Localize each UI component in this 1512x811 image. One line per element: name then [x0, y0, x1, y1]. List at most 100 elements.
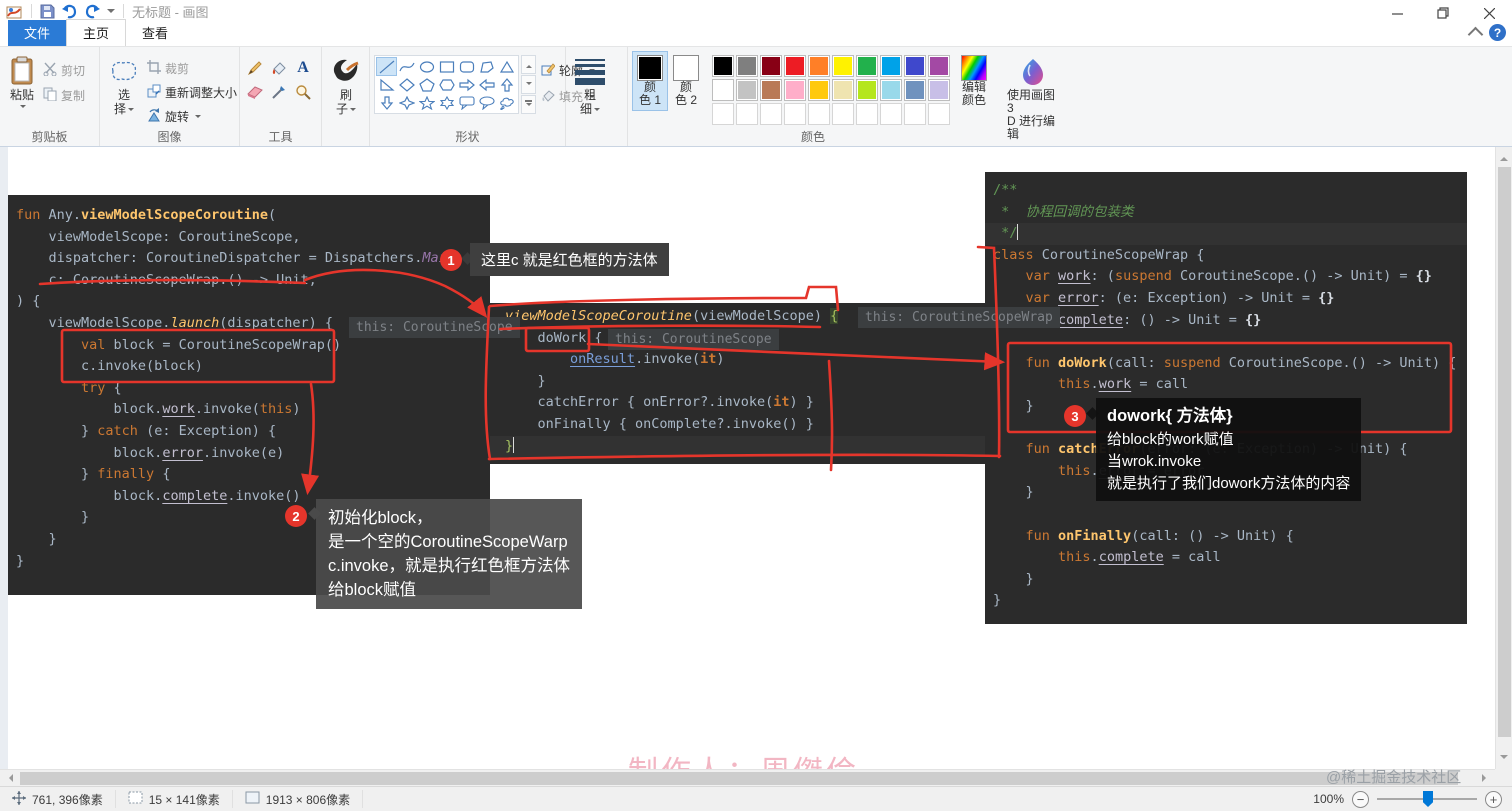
shape-rectangle[interactable] [437, 58, 456, 75]
resize-icon [147, 84, 161, 101]
rotate-button[interactable]: 旋转 [144, 105, 240, 127]
shape-five-point-star[interactable] [417, 94, 436, 111]
shapes-scroll-up[interactable] [521, 55, 536, 74]
palette-color[interactable] [784, 103, 806, 125]
text-tool[interactable]: A [292, 57, 314, 79]
color2-button[interactable]: 颜色 2 [668, 51, 704, 111]
palette-color[interactable] [760, 79, 782, 101]
shape-oval[interactable] [417, 58, 436, 75]
scroll-down-icon[interactable] [1500, 755, 1508, 763]
zoom-slider[interactable] [1377, 791, 1477, 807]
shape-triangle[interactable] [497, 58, 516, 75]
palette-color[interactable] [928, 55, 950, 77]
scroll-right-icon[interactable] [1482, 774, 1490, 782]
save-button[interactable] [40, 4, 55, 19]
palette-color[interactable] [880, 103, 902, 125]
cut-button[interactable]: 剪切 [40, 59, 88, 81]
palette-color[interactable] [904, 103, 926, 125]
paint-app-icon [6, 4, 23, 19]
palette-color[interactable] [928, 79, 950, 101]
vertical-scroll-thumb[interactable] [1498, 167, 1511, 737]
shape-rounded-rectangle[interactable] [457, 58, 476, 75]
vertical-scrollbar[interactable] [1495, 147, 1512, 769]
pencil-tool[interactable] [244, 57, 266, 79]
magnifier-tool[interactable] [292, 81, 314, 103]
palette-color[interactable] [880, 55, 902, 77]
code-line: try { [81, 379, 122, 396]
fill-icon [541, 88, 555, 105]
shape-pentagon[interactable] [417, 76, 436, 93]
shapes-gallery-more[interactable] [521, 95, 536, 114]
shape-hexagon[interactable] [437, 76, 456, 93]
shape-up-arrow[interactable] [497, 76, 516, 93]
palette-color[interactable] [736, 79, 758, 101]
palette-color[interactable] [880, 79, 902, 101]
palette-color[interactable] [712, 79, 734, 101]
palette-color[interactable] [832, 55, 854, 77]
tab-file[interactable]: 文件 [8, 20, 67, 46]
palette-color[interactable] [856, 55, 878, 77]
shape-line[interactable] [376, 57, 397, 76]
shape-polygon[interactable] [477, 58, 496, 75]
palette-color[interactable] [832, 103, 854, 125]
color1-button[interactable]: 颜色 1 [632, 51, 668, 111]
qat-customize-dropdown[interactable] [107, 9, 115, 17]
palette-color[interactable] [784, 55, 806, 77]
select-button[interactable]: 选 择 [104, 51, 144, 119]
undo-button[interactable] [61, 4, 78, 19]
palette-color[interactable] [784, 79, 806, 101]
horizontal-scroll-thumb[interactable] [20, 772, 1458, 785]
redo-button[interactable] [84, 4, 101, 19]
resize-button[interactable]: 重新调整大小 [144, 81, 240, 103]
shape-right-arrow[interactable] [457, 76, 476, 93]
palette-color[interactable] [928, 103, 950, 125]
edit-colors-button[interactable]: 编辑 颜色 [956, 51, 992, 111]
shape-down-arrow[interactable] [377, 94, 396, 111]
shape-right-triangle[interactable] [377, 76, 396, 93]
shapes-scroll-down[interactable] [521, 75, 536, 94]
shape-diamond[interactable] [397, 76, 416, 93]
scroll-up-icon[interactable] [1500, 153, 1508, 161]
shape-left-arrow[interactable] [477, 76, 496, 93]
crop-button[interactable]: 裁剪 [144, 57, 240, 79]
scroll-left-icon[interactable] [5, 774, 13, 782]
palette-color[interactable] [712, 103, 734, 125]
brushes-button[interactable]: 刷 子 [326, 51, 366, 119]
palette-color[interactable] [856, 79, 878, 101]
palette-color[interactable] [736, 103, 758, 125]
eraser-tool[interactable] [244, 81, 266, 103]
paint-canvas[interactable]: fun Any.viewModelScopeCoroutine( viewMod… [0, 147, 1495, 769]
tab-home[interactable]: 主页 [66, 19, 127, 46]
fill-tool[interactable] [268, 57, 290, 79]
palette-color[interactable] [904, 79, 926, 101]
tooltip-line: 当wrok.invoke [1107, 453, 1202, 470]
collapse-ribbon-icon[interactable] [1467, 26, 1484, 43]
shape-curve[interactable] [397, 58, 416, 75]
palette-color[interactable] [856, 103, 878, 125]
zoom-slider-thumb[interactable] [1423, 791, 1433, 807]
help-icon[interactable]: ? [1489, 24, 1506, 41]
tab-view[interactable]: 查看 [126, 20, 184, 46]
zoom-out-button[interactable]: − [1352, 790, 1369, 808]
palette-color[interactable] [904, 55, 926, 77]
shape-rounded-callout[interactable] [457, 94, 476, 111]
shape-oval-callout[interactable] [477, 94, 496, 111]
zoom-in-button[interactable]: + [1485, 790, 1502, 808]
copy-button[interactable]: 复制 [40, 84, 88, 106]
paste-button[interactable]: 粘贴 [4, 51, 40, 114]
palette-color[interactable] [832, 79, 854, 101]
shape-four-point-star[interactable] [397, 94, 416, 111]
color-picker-tool[interactable] [268, 81, 290, 103]
palette-color[interactable] [808, 55, 830, 77]
palette-color[interactable] [760, 55, 782, 77]
palette-color[interactable] [808, 79, 830, 101]
palette-color[interactable] [760, 103, 782, 125]
shape-cloud-callout[interactable] [497, 94, 516, 111]
shape-six-point-star[interactable] [437, 94, 456, 111]
palette-color[interactable] [808, 103, 830, 125]
palette-color[interactable] [712, 55, 734, 77]
palette-color[interactable] [736, 55, 758, 77]
size-button[interactable]: 粗 细 [570, 51, 610, 119]
horizontal-scrollbar[interactable] [0, 769, 1495, 786]
paint3d-button[interactable]: 使用画图 3D 进行编辑 [1002, 51, 1064, 145]
